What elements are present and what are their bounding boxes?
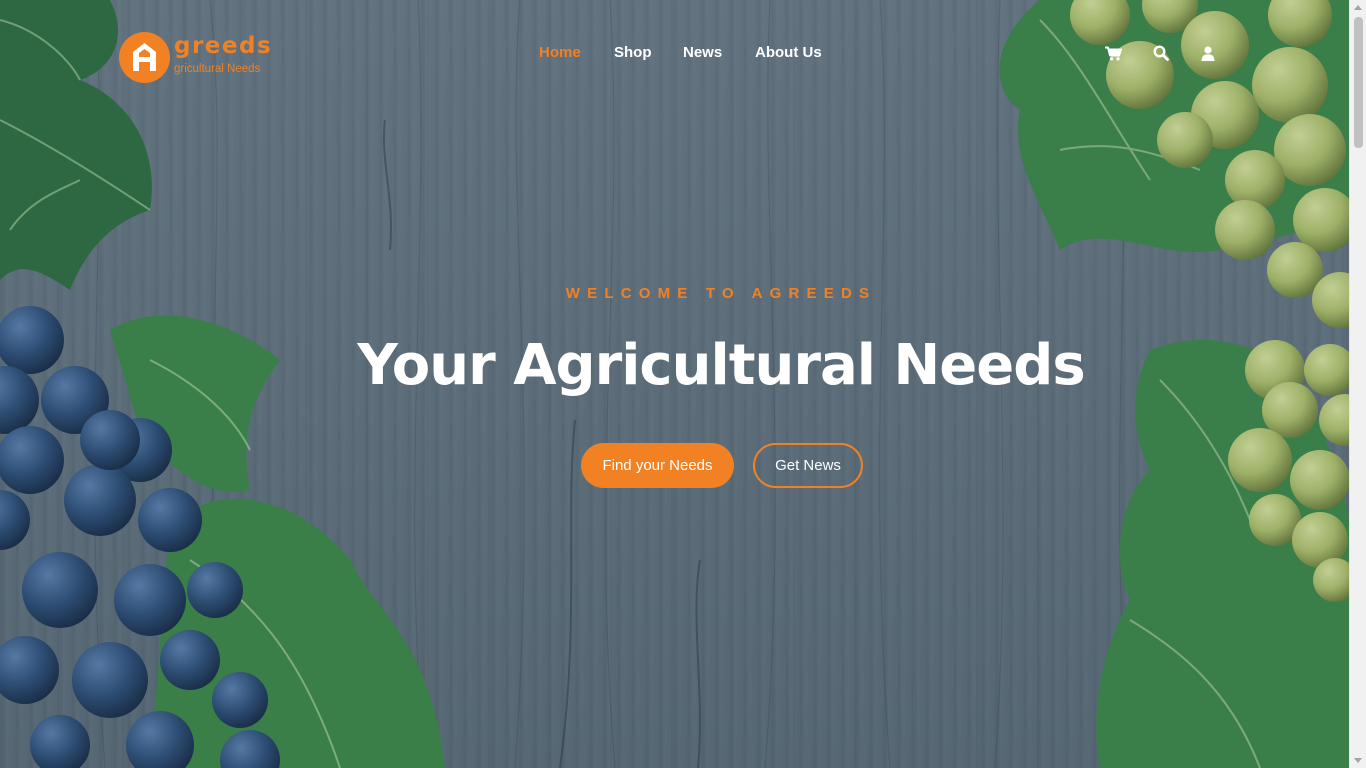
find-your-needs-button[interactable]: Find your Needs	[581, 443, 734, 488]
shopping-cart-icon[interactable]	[1102, 42, 1124, 64]
hero-kicker: WELCOME TO AGREEDS	[565, 285, 877, 302]
nav-home[interactable]: Home	[539, 42, 581, 64]
page-scrollbar[interactable]	[1349, 0, 1366, 768]
nav-shop[interactable]: Shop	[614, 42, 652, 64]
logo-tagline: gricultural Needs	[174, 63, 261, 75]
nav-news[interactable]: News	[683, 42, 722, 64]
get-news-button[interactable]: Get News	[753, 443, 863, 488]
hero-title: Your Agricultural Needs	[357, 333, 1085, 398]
search-icon[interactable]	[1150, 42, 1172, 64]
scroll-up-icon[interactable]	[1354, 5, 1362, 10]
scroll-thumb[interactable]	[1354, 17, 1363, 148]
scroll-down-icon[interactable]	[1354, 758, 1362, 763]
user-icon[interactable]	[1197, 42, 1219, 64]
nav-about-us[interactable]: About Us	[755, 42, 822, 64]
main-navigation: Home Shop News About Us	[0, 42, 1349, 64]
